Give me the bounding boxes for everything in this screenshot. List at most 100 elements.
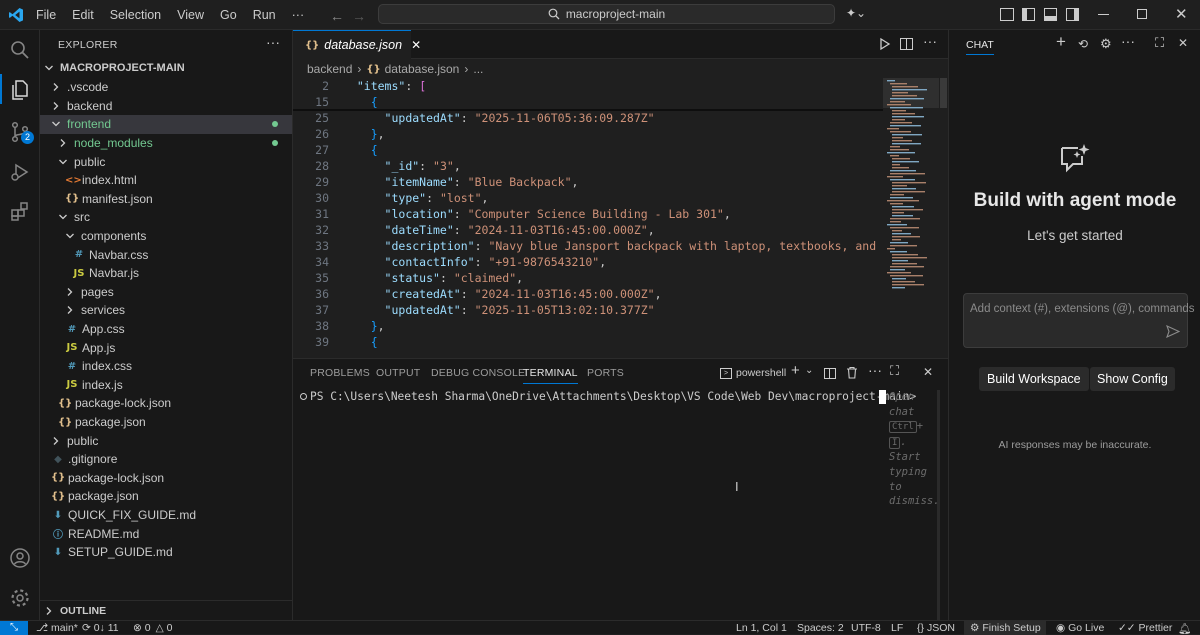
new-chat-icon[interactable]: + <box>1056 32 1066 52</box>
account-icon[interactable] <box>8 546 32 570</box>
menu-item[interactable]: View <box>169 8 212 22</box>
history-icon[interactable]: ⟲ <box>1078 37 1088 51</box>
tree-item[interactable]: ⬇ QUICK_FIX_GUIDE.md <box>40 506 292 525</box>
tab-database-json[interactable]: {} database.json ✕ <box>293 30 421 59</box>
terminal-shell-selector[interactable]: > powershell <box>720 364 786 382</box>
build-workspace-button[interactable]: Build Workspace <box>979 367 1089 391</box>
command-center-search[interactable]: macroproject-main <box>378 4 835 24</box>
customize-layout-icon[interactable] <box>1000 8 1014 21</box>
tree-item[interactable]: # Navbar.css <box>40 245 292 264</box>
notifications-bell-icon[interactable]: 🔔︎ <box>1178 622 1191 635</box>
tab-problems[interactable]: PROBLEMS <box>310 367 370 379</box>
tree-item[interactable]: backend <box>40 97 292 116</box>
tree-item[interactable]: components <box>40 227 292 246</box>
split-terminal-icon[interactable] <box>824 368 836 379</box>
editor-scrollbar[interactable] <box>939 78 948 358</box>
chat-header[interactable]: CHAT <box>966 39 994 55</box>
minimap[interactable] <box>883 78 939 290</box>
tree-item[interactable]: pages <box>40 283 292 302</box>
chat-input[interactable]: Add context (#), extensions (@), command… <box>963 293 1195 348</box>
show-config-button[interactable]: Show Config <box>1090 367 1175 391</box>
tree-item[interactable]: JS index.js <box>40 376 292 395</box>
tree-item[interactable]: {} manifest.json <box>40 190 292 209</box>
tree-item[interactable]: ◆ .gitignore <box>40 450 292 469</box>
restore-icon[interactable] <box>1137 9 1147 19</box>
finish-setup-button[interactable]: ⚙ Finish Setup <box>964 621 1046 635</box>
code-editor[interactable]: 2 "items": [15 {25 "updatedAt": "2025-11… <box>293 78 883 358</box>
tree-item[interactable]: public <box>40 431 292 450</box>
panel-more-icon[interactable]: ··· <box>868 362 882 378</box>
tab-ports[interactable]: PORTS <box>587 367 624 379</box>
chat-settings-icon[interactable]: ⚙ <box>1100 36 1112 52</box>
end-of-line[interactable]: LF <box>891 622 903 634</box>
explorer-files-icon[interactable] <box>8 78 32 102</box>
tree-item[interactable]: <> index.html <box>40 171 292 190</box>
language-mode[interactable]: {} JSON <box>917 622 955 634</box>
cursor-position[interactable]: Ln 1, Col 1 <box>736 622 787 634</box>
tree-item[interactable]: .vscode <box>40 78 292 97</box>
close-window-icon[interactable]: ✕ <box>1175 5 1188 23</box>
copilot-menu-icon[interactable]: ✦⌄ <box>846 6 866 20</box>
menu-item[interactable]: ··· <box>284 8 313 22</box>
tree-item[interactable]: {} package.json <box>40 487 292 506</box>
terminal-scrollbar[interactable] <box>937 390 940 620</box>
git-branch[interactable]: ⎇ main* <box>36 622 78 634</box>
more-actions-icon[interactable]: ··· <box>266 34 280 50</box>
chevron-down-icon[interactable]: ⌄ <box>805 365 813 376</box>
breadcrumb-more[interactable]: ... <box>473 62 483 76</box>
minimize-icon[interactable] <box>1098 14 1109 15</box>
tab-output[interactable]: OUTPUT <box>376 367 420 379</box>
menu-item[interactable]: Edit <box>64 8 102 22</box>
breadcrumb-backend[interactable]: backend <box>307 62 352 76</box>
chat-more-icon[interactable]: ··· <box>1121 33 1135 49</box>
settings-gear-icon[interactable] <box>8 586 32 610</box>
maximize-chat-icon[interactable]: ⛶ <box>1155 35 1164 51</box>
tree-item[interactable]: services <box>40 301 292 320</box>
menu-item[interactable]: Run <box>245 8 284 22</box>
tree-item[interactable]: JS Navbar.js <box>40 264 292 283</box>
toggle-secondary-sidebar-icon[interactable] <box>1066 8 1079 21</box>
close-tab-icon[interactable]: ✕ <box>411 38 421 52</box>
tree-item[interactable]: {} package-lock.json <box>40 394 292 413</box>
tree-item[interactable]: public <box>40 152 292 171</box>
prettier-status[interactable]: ✓✓ Prettier <box>1118 622 1172 634</box>
problems-indicator[interactable]: ⊗ 0 △ 0 <box>133 622 172 634</box>
tab-debug-console[interactable]: DEBUG CONSOLE <box>431 367 525 379</box>
outline-section[interactable]: OUTLINE <box>40 600 292 620</box>
remote-indicator-icon[interactable]: ⤡ <box>0 621 28 635</box>
tree-item[interactable]: # index.css <box>40 357 292 376</box>
search-icon[interactable] <box>8 38 32 62</box>
close-chat-icon[interactable]: ✕ <box>1178 36 1188 50</box>
back-arrow-icon[interactable]: ← <box>330 8 344 24</box>
maximize-panel-icon[interactable]: ⛶ <box>890 363 899 379</box>
tree-item[interactable]: ⓘ README.md <box>40 524 292 543</box>
tree-item[interactable]: src <box>40 208 292 227</box>
trash-icon[interactable] <box>846 366 858 379</box>
tree-item[interactable]: # App.css <box>40 320 292 339</box>
split-editor-icon[interactable] <box>900 38 913 50</box>
menu-item[interactable]: Selection <box>102 8 169 22</box>
go-live-button[interactable]: ◉ Go Live <box>1056 622 1104 634</box>
git-sync[interactable]: ⟳ 0↓ 11 <box>82 622 119 634</box>
forward-arrow-icon[interactable]: → <box>352 8 366 24</box>
indentation[interactable]: Spaces: 2 <box>797 622 844 634</box>
toggle-sidebar-icon[interactable] <box>1022 8 1035 21</box>
tree-item[interactable]: frontend <box>40 115 292 134</box>
tree-item[interactable]: {} package.json <box>40 413 292 432</box>
tree-item[interactable]: JS App.js <box>40 338 292 357</box>
run-file-icon[interactable] <box>879 37 891 51</box>
tree-item[interactable]: ⬇ SETUP_GUIDE.md <box>40 543 292 562</box>
close-panel-icon[interactable]: ✕ <box>923 365 933 379</box>
encoding[interactable]: UTF-8 <box>851 622 881 634</box>
tree-item[interactable]: node_modules <box>40 134 292 153</box>
new-terminal-icon[interactable]: + <box>791 362 800 379</box>
extensions-icon[interactable] <box>8 200 32 224</box>
editor-more-icon[interactable]: ··· <box>923 33 937 49</box>
run-debug-icon[interactable] <box>8 160 32 184</box>
toggle-panel-icon[interactable] <box>1044 8 1057 21</box>
breadcrumb-file[interactable]: database.json <box>385 62 460 76</box>
tab-terminal[interactable]: TERMINAL <box>523 367 578 384</box>
explorer-root-folder[interactable]: MACROPROJECT-MAIN <box>40 59 292 78</box>
menu-item[interactable]: Go <box>212 8 245 22</box>
tree-item[interactable]: {} package-lock.json <box>40 469 292 488</box>
